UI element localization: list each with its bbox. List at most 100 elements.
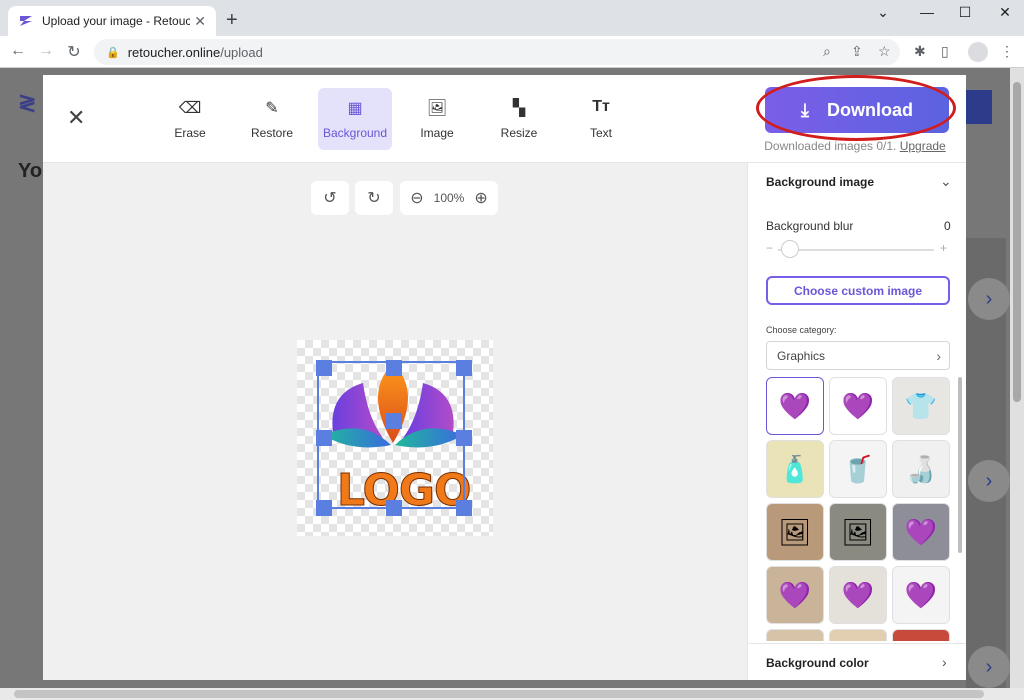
extensions-icon[interactable]: ✱ bbox=[914, 43, 926, 60]
lock-icon: 🔒 bbox=[106, 46, 120, 59]
highlight-annotation-ring bbox=[756, 75, 956, 141]
plus-icon: + bbox=[940, 241, 948, 255]
close-editor-icon[interactable]: ✕ bbox=[67, 107, 85, 129]
background-settings-panel: Background image ⌄ Background blur 0 − +… bbox=[747, 163, 966, 680]
resize-handle[interactable] bbox=[386, 500, 402, 516]
profile-avatar[interactable] bbox=[968, 42, 988, 62]
tshirt-mockup-icon: 👕 bbox=[904, 391, 938, 421]
background-thumbnail[interactable]: 💜 bbox=[766, 566, 824, 624]
share-icon[interactable]: ⇪ bbox=[851, 43, 863, 60]
checkerboard-icon: ▦ bbox=[347, 100, 363, 117]
frame-mockup-icon: 🖼 bbox=[778, 517, 812, 547]
resize-handle[interactable] bbox=[456, 430, 472, 446]
zoom-controls: ⊖ 100% ⊕ bbox=[400, 181, 498, 215]
bookmark-star-icon[interactable]: ☆ bbox=[878, 43, 891, 60]
background-color-section[interactable]: Background color › bbox=[748, 643, 966, 680]
menu-icon[interactable]: ⋮ bbox=[1000, 43, 1014, 60]
carousel-next-icon[interactable]: › bbox=[968, 460, 1010, 502]
background-thumbnail[interactable]: 👕 bbox=[892, 377, 950, 435]
carousel-next-icon[interactable]: › bbox=[968, 646, 1010, 688]
background-thumbnail-grid: 💜 💜 👕 🧴 🥤 🍶 🖼 🖼 💜 💜 💜 💜 bbox=[766, 377, 952, 641]
layout-icon: ▚ bbox=[512, 100, 526, 117]
tab-search-icon[interactable]: ⌄ bbox=[868, 4, 898, 24]
bottle-mockup-icon: 🧴 bbox=[778, 454, 812, 484]
category-select[interactable]: Graphics › bbox=[766, 341, 950, 370]
background-thumbnail[interactable]: 🍶 bbox=[892, 440, 950, 498]
bottle-mockup-icon: 🍶 bbox=[904, 454, 938, 484]
tool-image[interactable]: 🖼 Image bbox=[400, 88, 474, 150]
heart-logo-icon: 💜 bbox=[904, 580, 938, 610]
url-field[interactable]: 🔒 retoucher.online/upload bbox=[94, 39, 900, 65]
background-thumbnail[interactable] bbox=[766, 629, 824, 641]
minimize-button[interactable]: — bbox=[912, 4, 942, 24]
background-thumbnail[interactable] bbox=[892, 629, 950, 641]
maximize-button[interactable]: ☐ bbox=[950, 4, 980, 24]
background-thumbnail[interactable]: 🧴 bbox=[766, 440, 824, 498]
tab-title: Upload your image - Retoucher.online bbox=[42, 14, 191, 28]
url-domain: retoucher.online bbox=[127, 44, 221, 60]
image-canvas[interactable]: ↺ ↻ ⊖ 100% ⊕ LOGO bbox=[43, 163, 747, 680]
address-bar-row: ← → ↻ 🔒 retoucher.online/upload ⌕ ⇪ ☆ ✱ … bbox=[0, 36, 1024, 68]
background-thumbnail[interactable]: 💜 bbox=[766, 377, 824, 435]
background-thumbnail[interactable] bbox=[829, 629, 887, 641]
new-tab-button[interactable]: + bbox=[226, 9, 238, 32]
browser-tab[interactable]: Upload your image - Retoucher.online ✕ bbox=[8, 6, 216, 36]
background-image-section-title[interactable]: Background image bbox=[766, 175, 874, 189]
reload-icon[interactable]: ↻ bbox=[64, 42, 84, 62]
page-heading: Yo bbox=[18, 160, 43, 182]
background-thumbnail[interactable]: 💜 bbox=[829, 377, 887, 435]
tool-erase[interactable]: ⌫ Erase bbox=[153, 88, 227, 150]
undo-button[interactable]: ↺ bbox=[311, 181, 349, 215]
url-path: /upload bbox=[220, 44, 263, 60]
upgrade-link[interactable]: Upgrade bbox=[900, 139, 946, 153]
carousel-next-icon[interactable]: › bbox=[968, 278, 1010, 320]
zoom-in-icon[interactable]: ⊕ bbox=[474, 188, 487, 208]
background-thumbnail[interactable]: 💜 bbox=[829, 566, 887, 624]
rotate-handle[interactable] bbox=[386, 413, 402, 429]
blur-slider-track[interactable] bbox=[778, 249, 934, 251]
resize-handle[interactable] bbox=[456, 360, 472, 376]
tool-restore[interactable]: ✎ Restore bbox=[235, 88, 309, 150]
background-thumbnail[interactable]: 🥤 bbox=[829, 440, 887, 498]
chevron-right-icon: › bbox=[936, 348, 941, 364]
zoom-out-icon[interactable]: ⊖ bbox=[410, 188, 423, 208]
chevron-down-icon[interactable]: ⌄ bbox=[940, 173, 952, 190]
resize-handle[interactable] bbox=[316, 500, 332, 516]
choose-custom-image-button[interactable]: Choose custom image bbox=[766, 276, 950, 305]
resize-handle[interactable] bbox=[316, 430, 332, 446]
blur-label: Background blur bbox=[766, 219, 854, 233]
page-horizontal-scrollbar[interactable] bbox=[0, 688, 1024, 700]
text-icon: Tт bbox=[592, 98, 610, 115]
tab-close-icon[interactable]: ✕ bbox=[194, 13, 206, 30]
selection-box[interactable] bbox=[317, 361, 465, 509]
cup-mockup-icon: 🥤 bbox=[841, 454, 875, 484]
minus-icon: − bbox=[766, 241, 774, 255]
forward-icon[interactable]: → bbox=[36, 42, 56, 60]
tool-background[interactable]: ▦ Background bbox=[318, 88, 392, 150]
background-thumbnail[interactable]: 🖼 bbox=[766, 503, 824, 561]
zoom-search-icon[interactable]: ⌕ bbox=[823, 43, 831, 60]
resize-handle[interactable] bbox=[316, 360, 332, 376]
blur-value: 0 bbox=[944, 219, 951, 233]
window-close-button[interactable]: ✕ bbox=[990, 4, 1020, 24]
page-vertical-scrollbar[interactable] bbox=[1010, 68, 1024, 688]
heart-logo-icon: 💜 bbox=[778, 391, 812, 421]
site-logo-icon: ≷ bbox=[18, 90, 37, 115]
panel-scrollbar[interactable] bbox=[958, 377, 962, 553]
brush-icon: ✎ bbox=[265, 100, 279, 117]
frame-mockup-icon: 🖼 bbox=[841, 517, 875, 547]
tool-text[interactable]: Tт Text bbox=[564, 88, 638, 150]
editor-toolbar: ✕ ⌫ Erase ✎ Restore ▦ Background 🖼 Image… bbox=[43, 75, 966, 163]
editor-modal: ✕ ⌫ Erase ✎ Restore ▦ Background 🖼 Image… bbox=[43, 75, 966, 680]
resize-handle[interactable] bbox=[386, 360, 402, 376]
background-thumbnail[interactable]: 💜 bbox=[892, 503, 950, 561]
undo-icon: ↺ bbox=[323, 190, 337, 207]
background-thumbnail[interactable]: 🖼 bbox=[829, 503, 887, 561]
side-panel-icon[interactable]: ▯ bbox=[941, 43, 949, 60]
blur-slider-handle[interactable] bbox=[781, 240, 799, 258]
resize-handle[interactable] bbox=[456, 500, 472, 516]
background-thumbnail[interactable]: 💜 bbox=[892, 566, 950, 624]
tool-resize[interactable]: ▚ Resize bbox=[482, 88, 556, 150]
redo-button[interactable]: ↻ bbox=[355, 181, 393, 215]
back-icon[interactable]: ← bbox=[8, 42, 28, 60]
